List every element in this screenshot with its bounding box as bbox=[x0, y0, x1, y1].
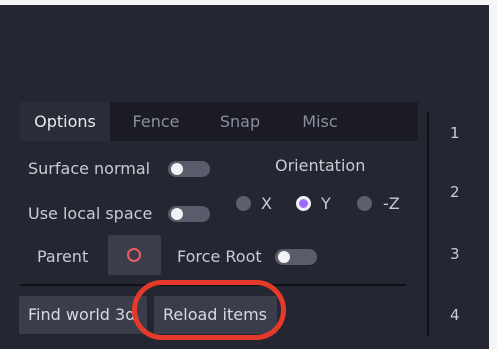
surface-normal-label: Surface normal bbox=[28, 159, 151, 178]
use-local-space-toggle[interactable] bbox=[168, 206, 210, 222]
tool-options-panel: Options Fence Snap Misc Surface normal O… bbox=[0, 0, 497, 349]
use-local-space-label: Use local space bbox=[28, 204, 153, 223]
find-world-button[interactable]: Find world 3d bbox=[19, 296, 147, 334]
parent-picker-button[interactable] bbox=[108, 235, 161, 275]
orientation-y-radio[interactable] bbox=[296, 196, 311, 211]
toggle-knob bbox=[171, 163, 183, 175]
row-number-1: 1 bbox=[450, 124, 460, 142]
tab-options[interactable]: Options bbox=[20, 102, 110, 141]
parent-label: Parent bbox=[37, 247, 89, 266]
row-number-3: 3 bbox=[450, 245, 460, 263]
orientation-neg-z-label: -Z bbox=[383, 194, 400, 213]
column-divider bbox=[427, 112, 429, 336]
tab-bar: Options Fence Snap Misc bbox=[20, 102, 418, 141]
force-root-toggle[interactable] bbox=[275, 249, 317, 265]
tab-fence[interactable]: Fence bbox=[112, 102, 200, 141]
toggle-knob bbox=[171, 208, 183, 220]
row-number-2: 2 bbox=[450, 183, 460, 201]
orientation-y-label: Y bbox=[321, 194, 331, 213]
tab-snap[interactable]: Snap bbox=[200, 102, 280, 141]
orientation-neg-z-radio[interactable] bbox=[357, 196, 372, 211]
circle-icon bbox=[127, 248, 141, 262]
orientation-x-label: X bbox=[261, 194, 272, 213]
highlight-annotation bbox=[132, 280, 286, 340]
force-root-label: Force Root bbox=[177, 247, 262, 266]
toggle-knob bbox=[278, 251, 290, 263]
tab-misc[interactable]: Misc bbox=[280, 102, 360, 141]
top-edge bbox=[0, 0, 497, 5]
right-edge bbox=[489, 0, 497, 349]
orientation-x-radio[interactable] bbox=[236, 196, 251, 211]
surface-normal-toggle[interactable] bbox=[168, 161, 210, 177]
row-number-4: 4 bbox=[450, 306, 460, 324]
orientation-label: Orientation bbox=[275, 156, 366, 175]
